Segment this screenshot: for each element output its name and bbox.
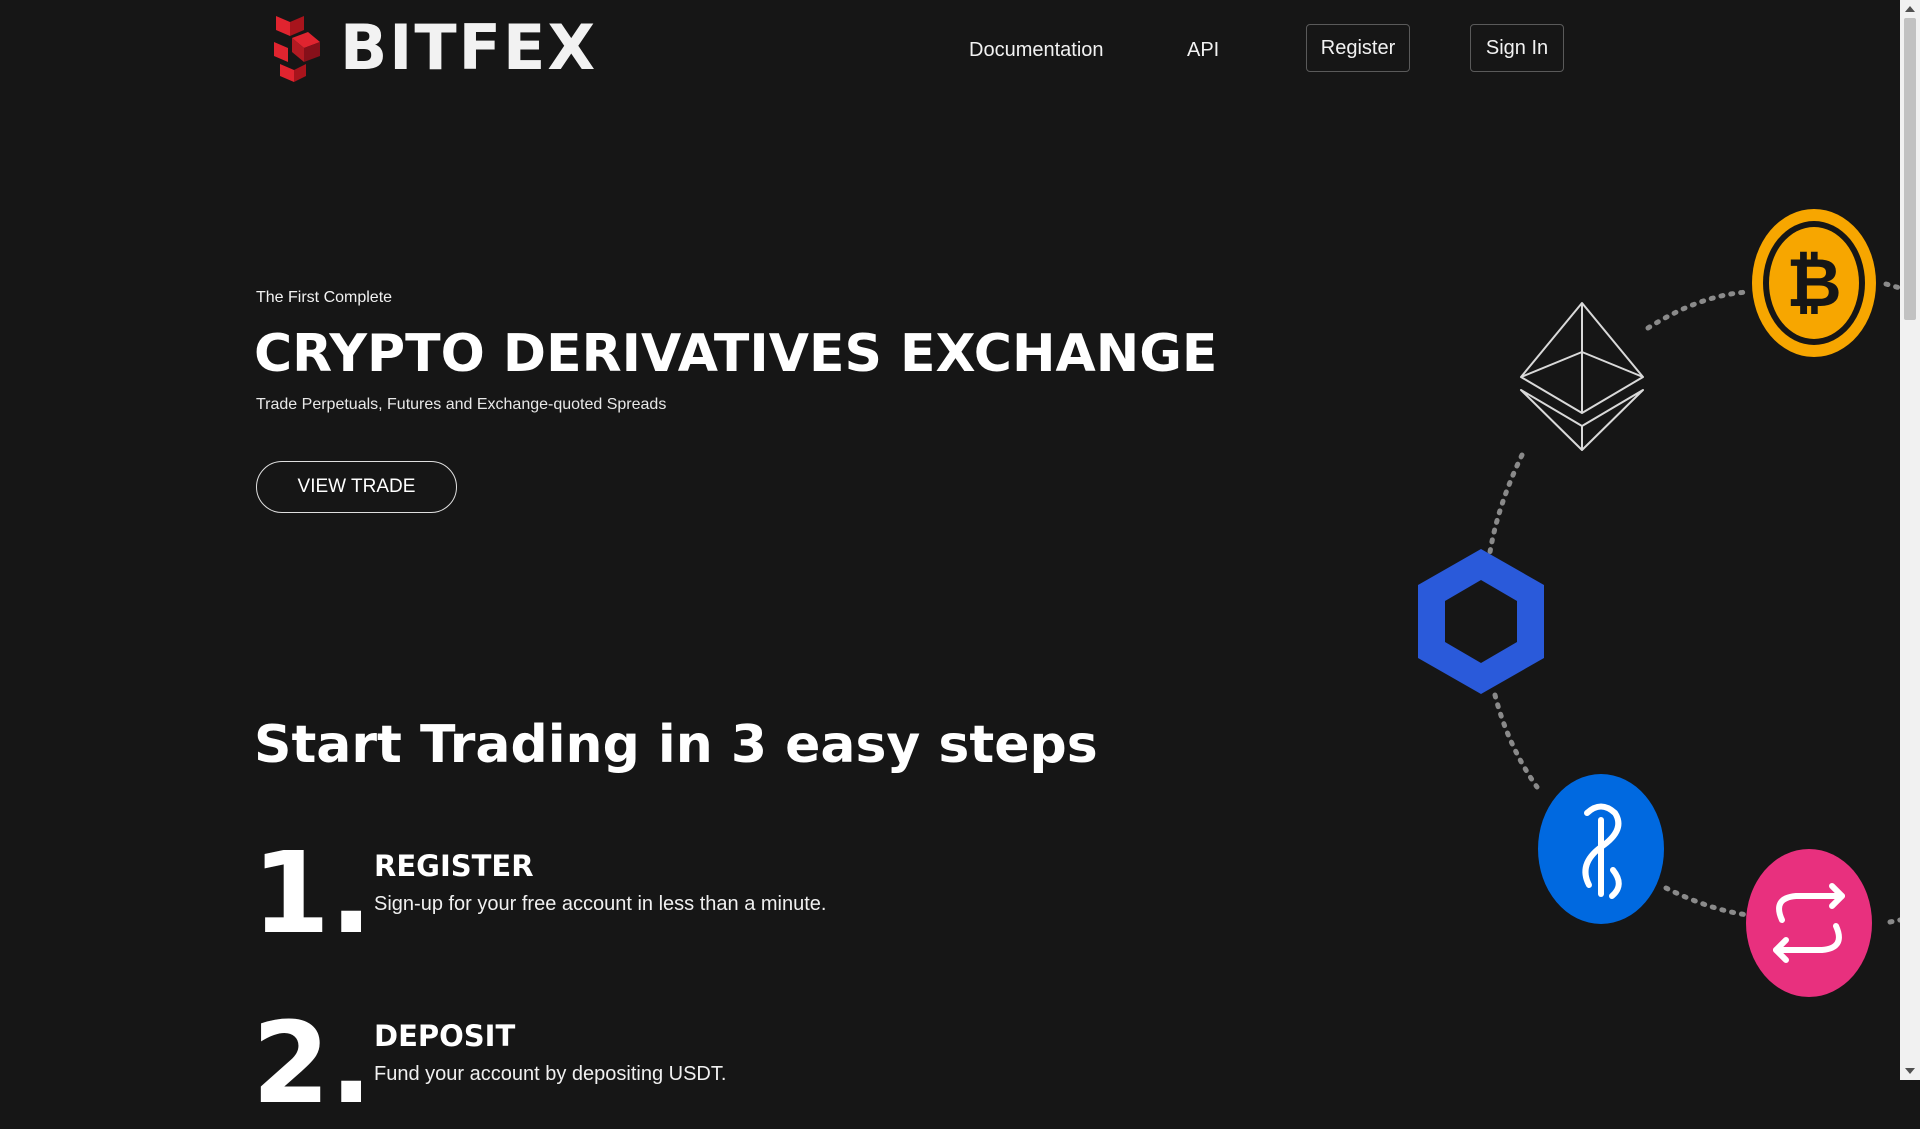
step-number: 2. <box>252 999 373 1129</box>
hero-subtitle: Trade Perpetuals, Futures and Exchange-q… <box>256 396 667 413</box>
nav-documentation-link[interactable]: Documentation <box>969 36 1104 64</box>
step-title: DEPOSIT <box>374 1019 516 1053</box>
step-number: 1. <box>252 829 373 959</box>
nav-api-link[interactable]: API <box>1187 36 1219 64</box>
step-description: Fund your account by depositing USDT. <box>374 1063 727 1085</box>
coins-illustration: ₿ <box>1418 209 1900 997</box>
brand-logo[interactable]: BITFEX <box>270 11 675 84</box>
scrollbar-thumb[interactable] <box>1904 18 1916 320</box>
page: BITFEX Documentation API Register Sign I… <box>0 0 1900 1120</box>
hero-title: CRYPTO DERIVATIVES EXCHANGE <box>254 324 1218 384</box>
scroll-up-arrow-icon[interactable] <box>1905 6 1915 12</box>
brand-name: BITFEX <box>340 11 598 84</box>
bitfex-logo-icon <box>274 16 320 82</box>
svg-text:₿: ₿ <box>1786 244 1841 323</box>
steps-title: Start Trading in 3 easy steps <box>254 715 1098 775</box>
view-trade-button[interactable]: VIEW TRADE <box>256 461 457 513</box>
vertical-scrollbar[interactable] <box>1900 0 1920 1080</box>
register-button[interactable]: Register <box>1306 24 1410 72</box>
scroll-down-arrow-icon[interactable] <box>1905 1068 1915 1074</box>
ethereum-icon <box>1520 302 1644 451</box>
sign-in-button[interactable]: Sign In <box>1470 24 1564 72</box>
step-title: REGISTER <box>374 849 534 883</box>
chainlink-icon <box>1418 549 1544 694</box>
swap-icon <box>1746 849 1872 997</box>
yearn-icon <box>1538 774 1664 924</box>
step-description: Sign-up for your free account in less th… <box>374 893 827 915</box>
bitcoin-icon: ₿ <box>1752 209 1876 357</box>
hero-eyebrow: The First Complete <box>256 289 393 306</box>
